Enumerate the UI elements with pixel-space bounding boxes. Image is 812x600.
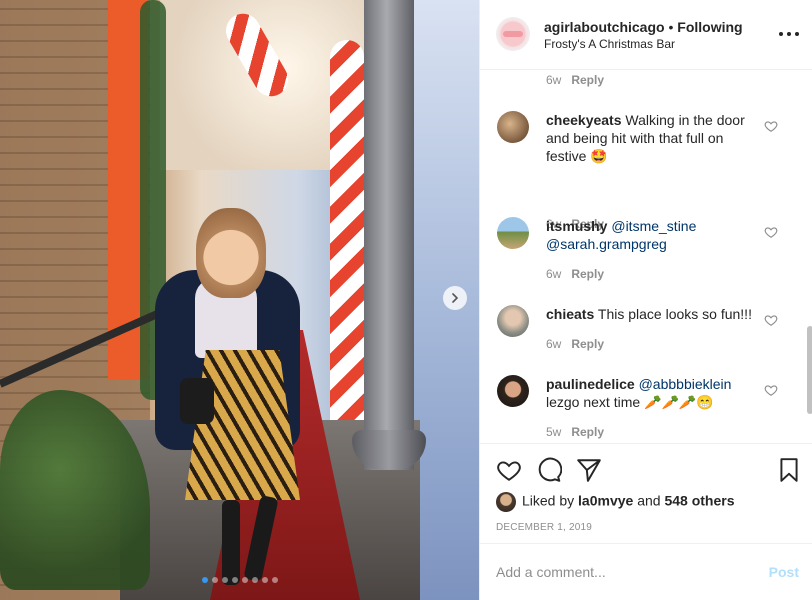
heart-icon (764, 227, 778, 238)
comment-username[interactable]: chieats (546, 306, 594, 322)
comment-input[interactable] (496, 560, 746, 584)
carousel-dot (211, 577, 218, 583)
comment-username[interactable]: cheekyeats (546, 112, 622, 128)
like-comment-button[interactable] (764, 225, 778, 239)
metal-pipe (364, 0, 414, 470)
carousel-dot (201, 577, 208, 583)
comment-text: paulinedelice @abbbbieklein lezgo next t… (546, 375, 756, 411)
carousel-dot (221, 577, 228, 583)
comment-meta: 5w Reply (546, 425, 604, 439)
like-button[interactable] (496, 457, 522, 483)
comment-body: lezgo next time 🥕🥕🥕😁 (546, 394, 714, 410)
dot (787, 32, 791, 36)
location-link[interactable]: Frosty's A Christmas Bar (544, 37, 675, 51)
reply-button[interactable]: Reply (571, 425, 604, 439)
add-comment-bar: Post (480, 543, 812, 600)
post-header: agirlaboutchicago • Following Frosty's A… (480, 0, 812, 70)
comment-time: 5w (546, 425, 562, 439)
post-actions: Liked by la0mvye and 548 others DECEMBER… (480, 443, 812, 543)
carousel-next-button[interactable] (443, 286, 467, 310)
reply-button[interactable]: Reply (571, 337, 604, 351)
post-comment-button[interactable]: Post (769, 564, 799, 580)
post-panel: agirlaboutchicago • Following Frosty's A… (479, 0, 812, 600)
avatar[interactable] (496, 492, 516, 512)
avatar[interactable] (497, 217, 529, 249)
carousel-dot (251, 577, 258, 583)
avatar[interactable] (497, 375, 529, 407)
follow-status[interactable]: Following (677, 19, 742, 35)
mention-link[interactable]: @abbbbieklein (639, 376, 732, 392)
comment-meta: 6w Reply (546, 337, 604, 351)
comment-text: itsmushy @itsme_stine @sarah.grampgreg (546, 217, 756, 253)
mention-link[interactable]: @sarah.grampgreg (546, 236, 667, 252)
post-date[interactable]: DECEMBER 1, 2019 (496, 522, 592, 533)
more-options-button[interactable] (779, 26, 799, 42)
avatar[interactable] (497, 111, 529, 143)
heart-icon (764, 385, 778, 396)
likes-prefix: Liked by (522, 492, 575, 509)
dot (795, 32, 799, 36)
chevron-right-icon (452, 293, 459, 303)
header-user-line: agirlaboutchicago • Following (544, 19, 743, 35)
separator: • (668, 19, 674, 35)
likes-summary: Liked by la0mvye and 548 others (496, 492, 735, 512)
leg (222, 500, 240, 585)
comment-text: chieats This place looks so fun!!! (546, 305, 756, 323)
comment-text: cheekyeats Walking in the door and being… (546, 111, 756, 165)
head (196, 208, 266, 298)
more-horizontal-icon (779, 32, 783, 36)
comment-icon (538, 457, 563, 482)
scrollbar[interactable] (807, 326, 812, 414)
heart-icon (764, 315, 778, 326)
avatar[interactable] (497, 305, 529, 337)
comment-meta: 6w Reply (546, 267, 604, 281)
save-button[interactable] (776, 457, 802, 483)
paper-plane-icon (577, 459, 601, 482)
like-comment-button[interactable] (764, 313, 778, 327)
comment-meta: 6w Reply (546, 73, 604, 87)
heart-icon (764, 121, 778, 132)
header-username[interactable]: agirlaboutchicago (544, 19, 665, 35)
avatar[interactable] (496, 17, 530, 51)
comment-username[interactable]: paulinedelice (546, 376, 635, 392)
carousel-dot (271, 577, 278, 583)
comment-time: 6w (546, 73, 562, 87)
comment-button[interactable] (536, 457, 563, 483)
carousel-dot (261, 577, 268, 583)
bookmark-icon (780, 458, 798, 482)
candy-cane-column (330, 40, 364, 440)
like-comment-button[interactable] (764, 383, 778, 397)
handbag (180, 378, 214, 424)
liker-username[interactable]: la0mvye (578, 493, 633, 509)
comment-time: 6w (546, 267, 562, 281)
heart-icon (497, 461, 521, 481)
carousel-dot (231, 577, 238, 583)
share-button[interactable] (576, 457, 602, 483)
comment-time: 6w (546, 337, 562, 351)
likes-others-link[interactable]: 548 others (664, 493, 734, 509)
comment-body: This place looks so fun!!! (597, 306, 752, 322)
carousel-dot (241, 577, 248, 583)
likes-connector: and (637, 492, 661, 509)
reply-button[interactable]: Reply (571, 73, 604, 87)
post-photo[interactable] (0, 0, 479, 600)
mention-link[interactable]: @itsme_stine (611, 218, 696, 234)
comment-username[interactable]: itsmushy (546, 218, 607, 234)
reply-button[interactable]: Reply (571, 267, 604, 281)
comments-list[interactable]: 6w Reply cheekyeats Walking in the door a… (480, 71, 812, 443)
carousel-indicator (0, 577, 479, 583)
like-comment-button[interactable] (764, 119, 778, 133)
